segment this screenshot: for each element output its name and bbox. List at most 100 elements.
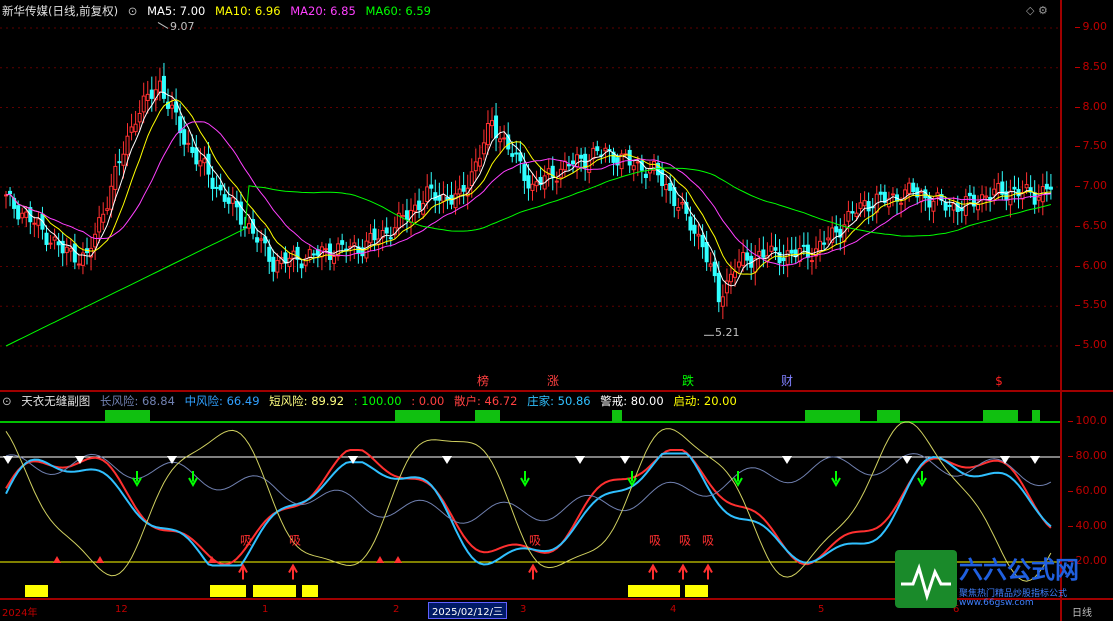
watermark-title: 六六公式网 (959, 556, 1079, 584)
title-dropdown-icon[interactable]: ⊙ (128, 4, 138, 18)
up-arrow-icon (648, 563, 658, 580)
candle-up (741, 252, 746, 266)
candle-up (68, 248, 73, 252)
candle-down (226, 197, 231, 204)
candle-up (485, 123, 490, 146)
candle-up (441, 194, 446, 202)
candle-up (36, 218, 41, 226)
down-arrow-icon (733, 471, 743, 488)
candle-up (170, 104, 175, 109)
candle-down (866, 201, 871, 212)
watermark-url: www.66gsw.com (959, 598, 1034, 608)
candle-up (951, 203, 956, 211)
candle-down (668, 183, 673, 191)
candle-up (534, 181, 539, 187)
indicator-icon[interactable]: ⊙ (2, 394, 12, 408)
alert-label: 警戒: 80.00 (600, 394, 664, 408)
alert-triangle (1030, 456, 1040, 464)
event-marker-die[interactable]: 跌 (681, 374, 695, 388)
candle-down (340, 240, 345, 245)
candle-down (943, 201, 948, 211)
candle-down (911, 182, 916, 192)
candle-down (214, 186, 219, 189)
candle-up (129, 126, 134, 133)
candle-up (101, 213, 106, 223)
candle-down (388, 237, 393, 240)
candle-up (907, 182, 912, 194)
indicator-tick: 80.00 (1067, 449, 1107, 462)
candle-down (190, 146, 195, 153)
candle-down (328, 243, 332, 260)
event-marker-bang[interactable]: 榜 (476, 374, 490, 388)
up-triangle (376, 556, 384, 563)
buy-signal-label: 吸 (649, 534, 661, 548)
candle-up (323, 248, 328, 251)
ma60-label: MA60: 6.59 (365, 4, 431, 18)
date-label: 5 (818, 604, 825, 615)
date-label: 2024年 (2, 608, 38, 619)
candle-down (579, 154, 584, 159)
down-arrow-icon (831, 471, 841, 488)
candle-up (931, 200, 936, 212)
candle-up (473, 161, 478, 172)
candle-down (583, 153, 588, 169)
candle-down (514, 152, 519, 155)
settings-icon[interactable]: ⚙ (1038, 4, 1048, 17)
candle-up (818, 240, 823, 252)
candle-down (571, 160, 575, 165)
event-marker-dollar[interactable]: $ (992, 374, 1006, 388)
indicator-tick: 100.0 (1067, 414, 1107, 427)
candle-up (976, 203, 980, 211)
candle-up (400, 215, 405, 218)
candle-up (24, 211, 29, 218)
candle-up (1024, 184, 1029, 189)
candle-up (48, 242, 53, 245)
candle-up (109, 185, 114, 210)
event-marker-zhang[interactable]: 涨 (546, 374, 560, 388)
candle-down (716, 272, 721, 303)
up-arrow-icon (528, 563, 538, 580)
candle-up (785, 250, 790, 265)
buy-signal-label: 吸 (702, 534, 714, 548)
candle-up (32, 222, 37, 225)
candle-down (44, 232, 49, 245)
date-label: 12 (115, 604, 128, 615)
candle-down (595, 146, 600, 152)
candle-down (210, 177, 215, 189)
indicator-legend: ⊙ 天衣无缝副图 长风险: 68.84 中风险: 66.49 短风险: 89.9… (2, 392, 743, 410)
main-chart-panel[interactable]: 新华传媒(日线,前复权) ⊙ MA5: 7.00 MA10: 6.96 MA20… (0, 0, 1060, 390)
candle-up (530, 183, 535, 191)
candle-down (704, 241, 709, 263)
indicator-title: 天衣无缝副图 (21, 394, 91, 408)
candle-down (494, 115, 499, 139)
candle-down (372, 228, 377, 241)
top-signal-block (475, 410, 500, 422)
stock-title: 新华传媒(日线,前复权) (2, 4, 119, 18)
bottom-signal-block (210, 585, 246, 597)
candle-down (1012, 186, 1017, 190)
date-label: 3 (520, 604, 527, 615)
date-label: 2 (393, 604, 400, 615)
candle-up (498, 138, 503, 143)
retail-label: 散户: 46.72 (454, 394, 518, 408)
diamond-icon[interactable]: ◇ (1026, 4, 1034, 17)
up-triangle (96, 556, 104, 563)
short-risk-label: 短风险: 89.92 (269, 394, 345, 408)
candle-up (368, 232, 373, 244)
candle-up (1036, 196, 1041, 201)
candle-down (72, 243, 77, 263)
candle-down (878, 191, 883, 195)
candle-down (947, 204, 952, 207)
line-0-label: : 0.00 (411, 394, 445, 408)
candle-down (8, 190, 13, 195)
high-price-label: 9.07 (170, 20, 195, 33)
event-marker-cai[interactable]: 财 (780, 374, 794, 388)
price-tick: 8.50 (1074, 59, 1107, 73)
alert-triangle (1000, 456, 1010, 464)
candle-down (311, 253, 316, 256)
ma5-label: MA5: 7.00 (147, 4, 206, 18)
candle-down (299, 263, 304, 269)
long-risk-label: 长风险: 68.84 (99, 394, 175, 408)
candle-up (858, 202, 863, 209)
candle-up (733, 271, 737, 278)
